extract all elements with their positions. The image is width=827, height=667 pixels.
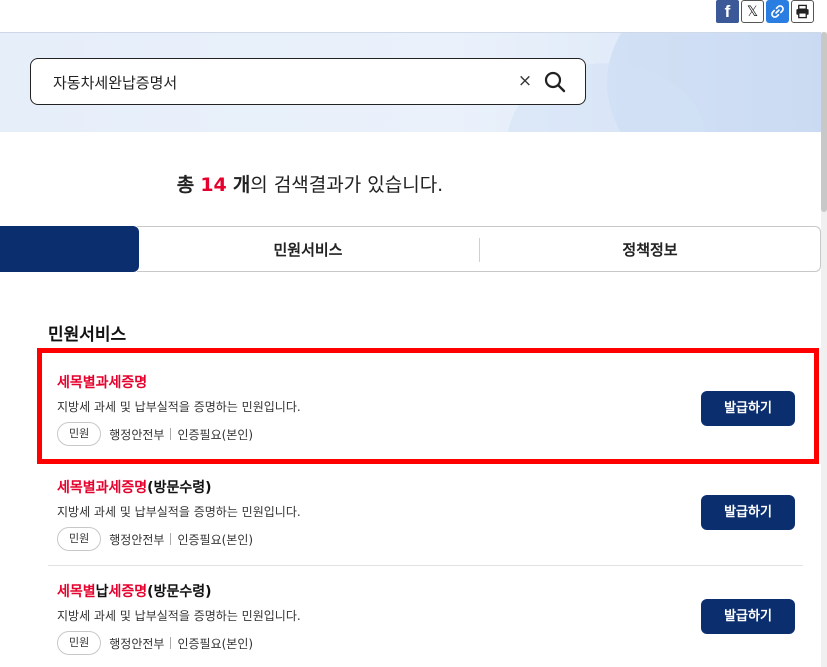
item-description: 지방세 과세 및 납부실적을 증명하는 민원입니다. xyxy=(57,609,301,623)
issue-button[interactable]: 발급하기 xyxy=(701,495,795,530)
tab-label: 정책정보 xyxy=(622,241,678,259)
page-scrollbar[interactable] xyxy=(821,32,827,667)
result-prefix: 총 xyxy=(176,174,195,196)
item-org: 행정안전부 xyxy=(109,636,165,651)
item-title[interactable]: 세목별과세증명 xyxy=(57,372,147,392)
result-count: 총 14 개의 검색결과가 있습니다. xyxy=(0,170,620,197)
tab-active[interactable] xyxy=(0,226,139,272)
facebook-icon[interactable]: f xyxy=(716,0,739,23)
item-description: 지방세 과세 및 납부실적을 증명하는 민원입니다. xyxy=(57,505,301,519)
list-item: 세목별납세증명(방문수령) 지방세 과세 및 납부실적을 증명하는 민원입니다.… xyxy=(48,581,804,661)
item-auth: 인증필요(본인) xyxy=(177,636,254,651)
result-unit: 개 xyxy=(232,174,251,196)
clear-search-button[interactable]: × xyxy=(517,71,533,91)
category-badge: 민원 xyxy=(57,527,102,551)
item-org: 행정안전부 xyxy=(109,427,165,442)
title-part: 납 xyxy=(95,584,109,600)
tab-civil-service[interactable]: 민원서비스 xyxy=(137,227,479,273)
tab-bar: 민원서비스 정책정보 xyxy=(137,226,821,272)
category-badge: 민원 xyxy=(57,422,102,446)
link-icon[interactable] xyxy=(766,0,789,23)
title-part: 세목별과세증명 xyxy=(57,375,148,391)
item-divider xyxy=(48,565,803,566)
category-tabs: 민원서비스 정책정보 xyxy=(0,226,821,272)
item-auth: 인증필요(본인) xyxy=(177,532,254,547)
print-icon[interactable] xyxy=(791,0,814,23)
result-suffix: 의 검색결과가 있습니다. xyxy=(250,174,444,196)
meta-divider xyxy=(170,428,172,440)
item-description: 지방세 과세 및 납부실적을 증명하는 민원입니다. xyxy=(57,400,301,414)
meta-divider xyxy=(170,533,172,545)
scrollbar-thumb[interactable] xyxy=(821,32,827,212)
issue-button[interactable]: 발급하기 xyxy=(701,391,795,426)
title-part: (방문수령) xyxy=(147,480,212,496)
share-bar: f 𝕏 xyxy=(0,0,827,32)
tab-label: 민원서비스 xyxy=(273,241,343,259)
search-button[interactable] xyxy=(543,70,567,94)
item-title[interactable]: 세목별납세증명(방문수령) xyxy=(57,581,212,601)
search-icon xyxy=(544,71,566,93)
item-title[interactable]: 세목별과세증명(방문수령) xyxy=(57,477,212,497)
title-part: 세증명 xyxy=(108,584,148,600)
list-item: 세목별과세증명 지방세 과세 및 납부실적을 증명하는 민원입니다. 민원 행정… xyxy=(48,372,804,452)
result-number: 14 xyxy=(200,174,227,196)
share-icons: f 𝕏 xyxy=(716,0,814,23)
x-letter: 𝕏 xyxy=(746,3,759,20)
close-icon: × xyxy=(517,71,533,91)
tab-policy-info[interactable]: 정책정보 xyxy=(480,227,820,273)
item-meta: 민원 행정안전부 인증필요(본인) xyxy=(57,527,253,551)
item-auth: 인증필요(본인) xyxy=(177,427,254,442)
item-org: 행정안전부 xyxy=(109,532,165,547)
search-banner: × xyxy=(0,32,827,132)
facebook-letter: f xyxy=(724,1,731,21)
title-part: 세목별 xyxy=(57,584,96,600)
title-part: 세목별과세증명 xyxy=(57,480,148,496)
link-glyph xyxy=(771,5,784,18)
category-badge: 민원 xyxy=(57,631,102,655)
issue-button[interactable]: 발급하기 xyxy=(701,599,795,634)
item-meta: 민원 행정안전부 인증필요(본인) xyxy=(57,631,253,655)
x-icon[interactable]: 𝕏 xyxy=(741,0,764,23)
meta-divider xyxy=(170,637,172,649)
search-box: × xyxy=(30,58,586,106)
list-item: 세목별과세증명(방문수령) 지방세 과세 및 납부실적을 증명하는 민원입니다.… xyxy=(48,477,804,557)
section-title: 민원서비스 xyxy=(48,325,127,345)
item-meta: 민원 행정안전부 인증필요(본인) xyxy=(57,422,253,446)
print-glyph xyxy=(796,4,809,19)
title-part: (방문수령) xyxy=(147,584,212,600)
search-input[interactable] xyxy=(51,59,495,106)
